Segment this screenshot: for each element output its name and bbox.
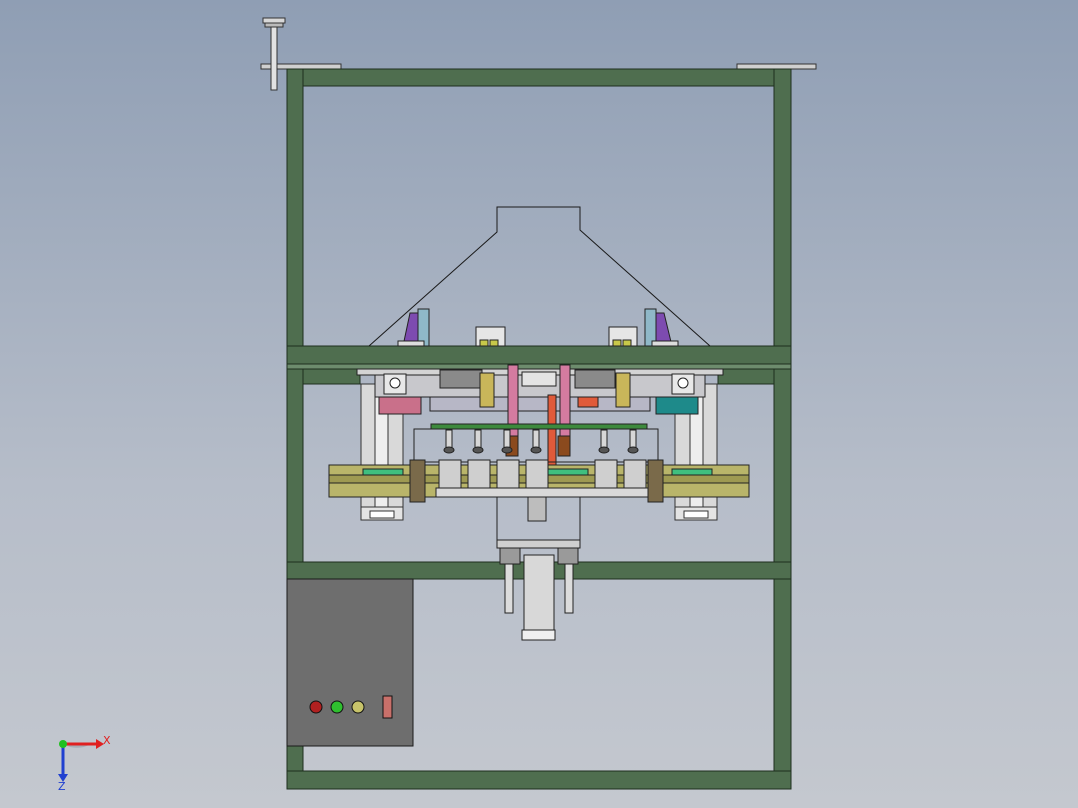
cad-viewport[interactable]: X Z xyxy=(0,0,1078,808)
z-axis-label: Z xyxy=(58,780,66,793)
control-box xyxy=(286,578,414,747)
green-light-icon xyxy=(330,700,344,714)
red-light-icon xyxy=(309,700,323,714)
tray xyxy=(435,487,649,498)
switch-icon xyxy=(382,695,393,719)
top-plate-right xyxy=(736,63,817,70)
guide-post xyxy=(262,17,286,91)
left-upper-bracket xyxy=(397,308,430,347)
machine-assembly-drawing[interactable]: X Z xyxy=(0,0,1078,808)
nozzle-array xyxy=(443,429,639,454)
lift-cylinder xyxy=(496,496,581,641)
upper-sensor-blocks xyxy=(475,326,638,347)
right-upper-bracket xyxy=(644,308,679,347)
yellow-light-icon xyxy=(351,700,365,714)
teal-block xyxy=(655,396,699,415)
x-axis-label: X xyxy=(103,734,111,747)
pink-block xyxy=(378,396,422,415)
axis-triad-icon xyxy=(58,739,104,782)
cup-array xyxy=(438,459,647,491)
